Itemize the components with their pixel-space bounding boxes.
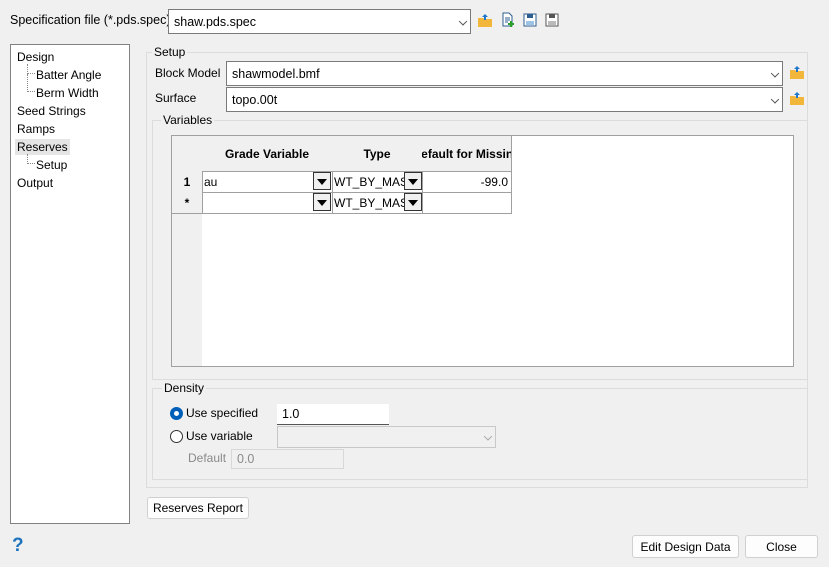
tree-item-ramps[interactable]: Ramps	[17, 122, 55, 136]
close-button[interactable]: Close	[745, 535, 818, 558]
block-model-value: shawmodel.bmf	[232, 66, 320, 81]
save-as-icon[interactable]	[544, 12, 560, 28]
specified-density-input[interactable]: 1.0	[277, 404, 389, 425]
type-value: WT_BY_MAS	[334, 174, 409, 189]
density-title: Density	[162, 381, 207, 395]
block-model-label: Block Model	[155, 66, 221, 80]
density-variable-combo[interactable]	[277, 426, 496, 448]
surface-value: topo.00t	[232, 92, 278, 107]
tree-item-output[interactable]: Output	[17, 176, 53, 190]
default-missing-cell[interactable]	[422, 192, 512, 214]
surface-combo[interactable]: topo.00t	[226, 87, 783, 112]
grade-variable-value: au	[204, 174, 218, 189]
type-cell[interactable]: WT_BY_MAS	[332, 192, 423, 214]
use-variable-radio[interactable]	[170, 430, 183, 443]
spec-file-combo[interactable]: shaw.pds.spec	[168, 9, 471, 34]
open-folder-icon[interactable]	[789, 65, 805, 81]
chevron-down-icon	[483, 432, 493, 441]
variables-title: Variables	[161, 113, 215, 127]
use-specified-label[interactable]: Use specified	[186, 406, 258, 420]
new-file-icon[interactable]	[500, 12, 516, 28]
grade-variable-cell[interactable]: au	[202, 171, 333, 193]
use-specified-radio[interactable]	[170, 407, 183, 420]
tree-item-reserves[interactable]: Reserves	[15, 139, 70, 155]
spec-file-label: Specification file (*.pds.spec)	[10, 13, 171, 27]
open-folder-icon[interactable]	[477, 13, 493, 29]
dropdown-arrow-icon[interactable]	[404, 193, 422, 211]
chevron-down-icon	[770, 68, 780, 78]
default-density-input[interactable]: 0.0	[231, 449, 344, 469]
tree-item-design[interactable]: Design	[17, 50, 54, 64]
save-icon[interactable]	[522, 12, 538, 28]
navigation-tree[interactable]: Design Batter Angle Berm Width Seed Stri…	[10, 44, 130, 524]
type-cell[interactable]: WT_BY_MAS	[332, 171, 423, 193]
surface-label: Surface	[155, 91, 197, 105]
tree-item-batter-angle[interactable]: Batter Angle	[36, 68, 101, 82]
use-variable-label[interactable]: Use variable	[186, 429, 253, 443]
default-label: Default	[188, 451, 227, 465]
block-model-combo[interactable]: shawmodel.bmf	[226, 61, 783, 86]
variables-grid[interactable]: Grade Variable Type Default for Missing …	[171, 135, 794, 367]
corner-header	[172, 136, 203, 172]
header-type[interactable]: Type	[332, 136, 423, 172]
spec-file-value: shaw.pds.spec	[174, 14, 256, 29]
row-number[interactable]: 1	[172, 171, 203, 193]
default-missing-cell[interactable]: -99.0	[422, 171, 512, 193]
edit-design-data-button[interactable]: Edit Design Data	[632, 535, 739, 558]
dropdown-arrow-icon[interactable]	[313, 193, 331, 211]
chevron-down-icon	[458, 16, 468, 26]
new-row-marker[interactable]: *	[172, 192, 203, 214]
type-value: WT_BY_MAS	[334, 195, 409, 210]
grade-variable-cell[interactable]	[202, 192, 333, 214]
tree-item-berm-width[interactable]: Berm Width	[36, 86, 99, 100]
setup-title: Setup	[152, 45, 188, 59]
tree-item-seed-strings[interactable]: Seed Strings	[17, 104, 86, 118]
open-folder-icon[interactable]	[789, 91, 805, 107]
dropdown-arrow-icon[interactable]	[313, 172, 331, 190]
chevron-down-icon	[770, 94, 780, 104]
header-default-missing[interactable]: Default for Missing	[422, 136, 512, 172]
dropdown-arrow-icon[interactable]	[404, 172, 422, 190]
help-icon[interactable]: ?	[12, 535, 24, 557]
tree-item-setup[interactable]: Setup	[36, 158, 67, 172]
header-grade-variable[interactable]: Grade Variable	[202, 136, 333, 172]
reserves-report-button[interactable]: Reserves Report	[147, 497, 249, 519]
